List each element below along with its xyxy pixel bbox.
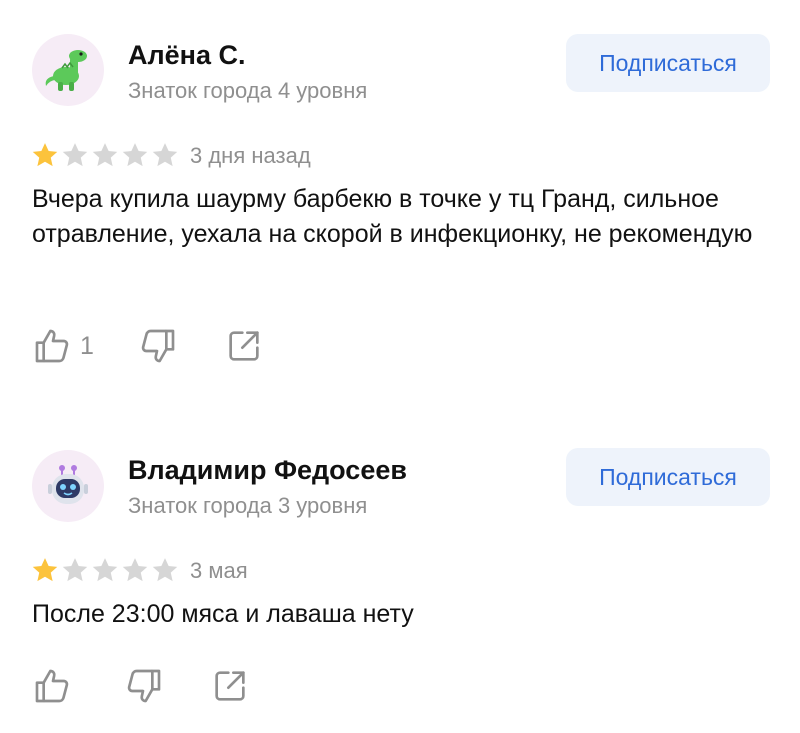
share-icon (229, 331, 259, 361)
review-date: 3 мая (190, 558, 248, 583)
review-date: 3 дня назад (190, 143, 311, 168)
star-empty-icon (152, 143, 178, 167)
robot-icon (48, 465, 88, 504)
avatar[interactable] (32, 450, 104, 522)
rating-stars (30, 140, 180, 170)
like-count: 1 (80, 331, 94, 360)
share-icon (215, 671, 245, 701)
like-button[interactable] (32, 666, 80, 706)
star-empty-icon (92, 558, 118, 582)
star-empty-icon (152, 558, 178, 582)
star-filled-icon (32, 558, 58, 582)
review-text: После 23:00 мяса и лаваша нету (32, 600, 414, 628)
author-level: Знаток города 3 уровня (128, 493, 368, 518)
like-button[interactable]: 1 (32, 326, 94, 366)
star-empty-icon (62, 143, 88, 167)
subscribe-button[interactable]: Подписаться (566, 34, 770, 92)
thumbs-up-icon (35, 669, 69, 703)
dinosaur-icon (45, 50, 87, 91)
star-filled-icon (32, 143, 58, 167)
author-level: Знаток города 4 уровня (128, 78, 368, 103)
star-empty-icon (92, 143, 118, 167)
thumbs-down-icon (127, 669, 161, 703)
thumbs-down-icon (141, 329, 175, 363)
avatar[interactable] (32, 34, 104, 106)
rating-stars (30, 555, 180, 585)
review-actions: 1 (32, 326, 264, 366)
thumbs-up-icon (35, 329, 69, 363)
star-empty-icon (62, 558, 88, 582)
subscribe-button[interactable]: Подписаться (566, 448, 770, 506)
author-name[interactable]: Алёна С. (128, 40, 246, 71)
dislike-button[interactable] (138, 326, 178, 366)
dislike-button[interactable] (124, 666, 164, 706)
review-text: Вчера купила шаурму барбекю в точке у тц… (32, 185, 753, 248)
share-button[interactable] (210, 666, 250, 706)
share-button[interactable] (224, 326, 264, 366)
author-name[interactable]: Владимир Федосеев (128, 455, 407, 486)
star-empty-icon (122, 143, 148, 167)
star-empty-icon (122, 558, 148, 582)
review-actions (32, 666, 250, 706)
